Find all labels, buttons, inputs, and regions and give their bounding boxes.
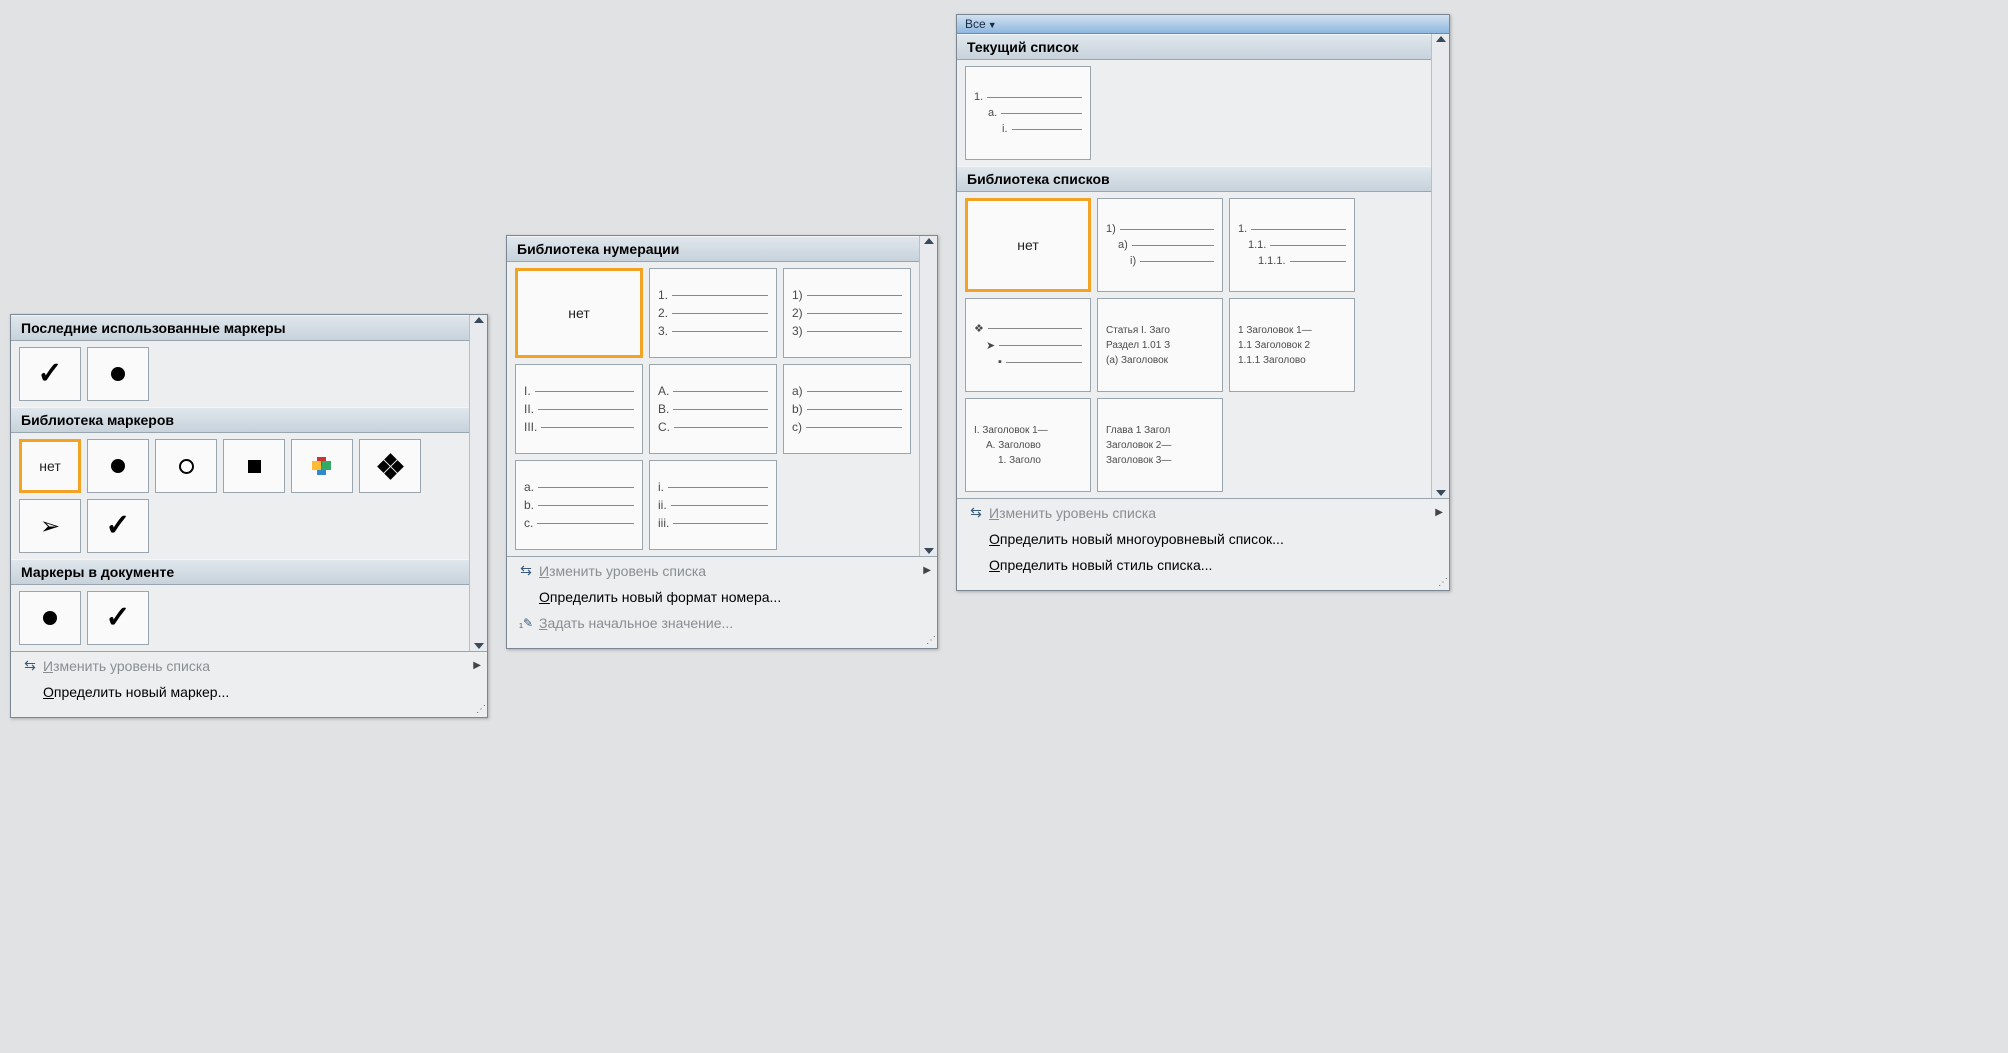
list-chapter-heading[interactable]: Глава 1 Загол Заголовок 2— Заголовок 3— (1097, 398, 1223, 492)
check-icon: ✓ (37, 359, 62, 389)
edit-number-icon: ₁✎ (513, 616, 539, 630)
resize-grip[interactable]: ⋰ (957, 578, 1449, 590)
none-label: нет (1017, 237, 1038, 253)
numbering-alpha-upper[interactable]: A. B. C. (649, 364, 777, 454)
disc-icon (111, 367, 125, 381)
scroll-up-icon (1436, 36, 1446, 42)
document-bullets-header: Маркеры в документе (11, 559, 469, 585)
submenu-arrow-icon: ▶ (473, 660, 481, 671)
resize-grip[interactable]: ⋰ (507, 636, 937, 648)
numbering-decimal-dot[interactable]: 1. 2. 3. (649, 268, 777, 358)
list-heading-numbered[interactable]: 1 Заголовок 1— 1.1 Заголовок 2 1.1.1 Заг… (1229, 298, 1355, 392)
submenu-arrow-icon: ▶ (923, 565, 931, 576)
bullet-disc-doc[interactable] (19, 591, 81, 645)
square-icon (248, 460, 261, 473)
resize-grip[interactable]: ⋰ (11, 705, 487, 717)
numbering-library-header: Библиотека нумерации (507, 236, 919, 262)
scroll-down-icon (924, 548, 934, 554)
dropdown-icon: ▼ (988, 20, 997, 30)
indent-icon: ⇆ (963, 504, 989, 521)
current-list-body: 1. a. i. (957, 60, 1431, 166)
lists-panel: Все▼ Текущий список 1. a. i. Библиотека … (956, 14, 1450, 591)
bullet-four-diamond[interactable] (359, 439, 421, 493)
lists-filter-dropdown[interactable]: Все▼ (957, 15, 1449, 34)
numbering-alpha-lower-paren[interactable]: a) b) c) (783, 364, 911, 454)
scroll-down-icon (1436, 490, 1446, 496)
disc-icon (43, 611, 57, 625)
scroll-down-icon (474, 643, 484, 649)
none-label: нет (39, 458, 60, 474)
filter-label: Все (965, 17, 986, 31)
numbering-alpha-lower-dot[interactable]: a. b. c. (515, 460, 643, 550)
bullets-scrollbar[interactable] (469, 315, 487, 651)
list-article-section[interactable]: Статья I. Заго Раздел 1.01 З (a) Заголов… (1097, 298, 1223, 392)
numbering-roman-upper[interactable]: I. II. III. (515, 364, 643, 454)
bullet-check-recent[interactable]: ✓ (19, 347, 81, 401)
bullet-check-doc[interactable]: ✓ (87, 591, 149, 645)
list-paren[interactable]: 1) a) i) (1097, 198, 1223, 292)
define-new-list-style[interactable]: Определить новый стиль списка... (957, 552, 1449, 578)
indent-icon: ⇆ (17, 657, 43, 674)
define-new-number-format[interactable]: Определить новый формат номера... (507, 584, 937, 610)
check-icon: ✓ (105, 511, 130, 541)
none-label: нет (568, 305, 589, 321)
bullet-library-body: нет ➢ ✓ (11, 433, 469, 559)
scroll-up-icon (474, 317, 484, 323)
indent-icon: ⇆ (513, 562, 539, 579)
document-bullets-body: ✓ (11, 585, 469, 651)
numbering-roman-lower[interactable]: i. ii. iii. (649, 460, 777, 550)
bullets-menu: ⇆ Изменить уровень списка ▶ Определить н… (11, 651, 487, 705)
list-library-header: Библиотека списков (957, 166, 1431, 192)
define-new-bullet[interactable]: Определить новый маркер... (11, 679, 487, 705)
disc-icon (111, 459, 125, 473)
current-list-header: Текущий список (957, 34, 1431, 60)
recent-bullets-body: ✓ (11, 341, 469, 407)
check-icon: ✓ (105, 603, 130, 633)
circle-icon (179, 459, 194, 474)
numbering-none[interactable]: нет (515, 268, 643, 358)
numbering-library-body: нет 1. 2. 3. 1) 2) 3) (507, 262, 919, 556)
list-bullets-mixed[interactable]: ❖ ➤ ▪ (965, 298, 1091, 392)
numbering-menu: ⇆ Изменить уровень списка ▶ Определить н… (507, 556, 937, 636)
list-none[interactable]: нет (965, 198, 1091, 292)
numbering-decimal-paren[interactable]: 1) 2) 3) (783, 268, 911, 358)
bullet-arrow[interactable]: ➢ (19, 499, 81, 553)
bullet-circle[interactable] (155, 439, 217, 493)
scroll-up-icon (924, 238, 934, 244)
current-list-item[interactable]: 1. a. i. (965, 66, 1091, 160)
set-start-value: ₁✎ Задать начальное значение... (507, 610, 937, 636)
bullet-disc-recent[interactable] (87, 347, 149, 401)
change-list-level: ⇆ Изменить уровень списка ▶ (507, 557, 937, 584)
four-color-icon (313, 457, 331, 475)
lists-menu: ⇆ Изменить уровень списка ▶ Определить н… (957, 498, 1449, 578)
bullet-disc[interactable] (87, 439, 149, 493)
change-level-label: Изменить уровень списка (43, 658, 467, 674)
bullet-four-color[interactable] (291, 439, 353, 493)
bullet-square[interactable] (223, 439, 285, 493)
bullet-library-header: Библиотека маркеров (11, 407, 469, 433)
submenu-arrow-icon: ▶ (1435, 507, 1443, 518)
numbering-panel: Библиотека нумерации нет 1. 2. 3. 1) 2) … (506, 235, 938, 649)
define-new-multilevel-list[interactable]: Определить новый многоуровневый список..… (957, 526, 1449, 552)
define-bullet-label: Определить новый маркер... (43, 684, 481, 700)
list-roman-heading[interactable]: I. Заголовок 1— A. Заголово 1. Заголо (965, 398, 1091, 492)
list-library-body: нет 1) a) i) 1. 1.1. 1.1.1. (957, 192, 1431, 498)
change-list-level: ⇆ Изменить уровень списка ▶ (957, 499, 1449, 526)
arrow-icon: ➢ (40, 512, 60, 541)
change-list-level: ⇆ Изменить уровень списка ▶ (11, 652, 487, 679)
bullet-check-lib[interactable]: ✓ (87, 499, 149, 553)
bullets-panel: Последние использованные маркеры ✓ Библи… (10, 314, 488, 718)
four-diamond-icon (379, 455, 401, 477)
numbering-scrollbar[interactable] (919, 236, 937, 556)
lists-scrollbar[interactable] (1431, 34, 1449, 498)
bullet-none[interactable]: нет (19, 439, 81, 493)
list-decimal-nested[interactable]: 1. 1.1. 1.1.1. (1229, 198, 1355, 292)
recent-bullets-header: Последние использованные маркеры (11, 315, 469, 341)
